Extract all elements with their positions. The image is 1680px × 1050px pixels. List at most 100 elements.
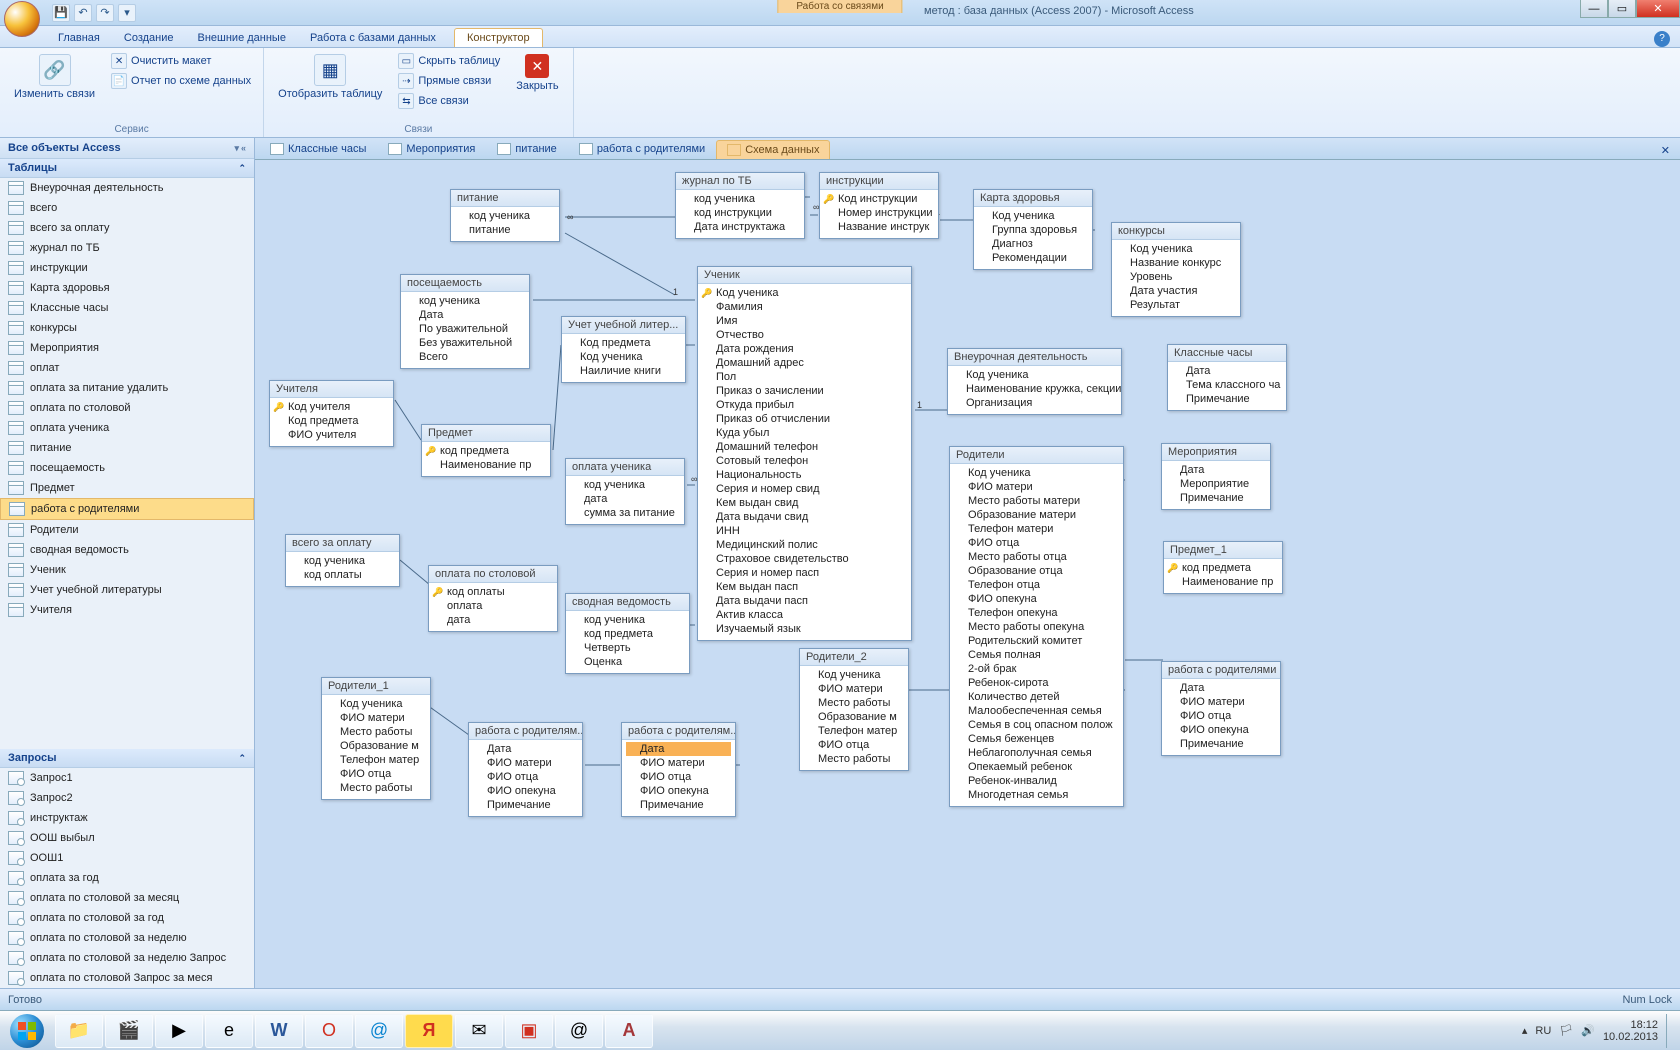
table-title[interactable]: работа с родителям... [622, 723, 735, 740]
field[interactable]: Домашний телефон [702, 440, 907, 454]
tab-home[interactable]: Главная [46, 29, 112, 47]
field[interactable]: Код ученика [566, 350, 681, 364]
field[interactable]: ФИО отца [804, 738, 904, 752]
field[interactable]: ФИО отца [473, 770, 578, 784]
language-indicator[interactable]: RU [1535, 1025, 1551, 1037]
document-tab[interactable]: Мероприятия [377, 139, 486, 159]
field[interactable]: Место работы [804, 752, 904, 766]
table-window-zhurnal[interactable]: журнал по ТБкод ученикакод инструкцииДат… [675, 172, 805, 239]
field[interactable]: ФИО матери [1166, 695, 1276, 709]
show-table-button[interactable]: ▦ Отобразить таблицу [272, 52, 388, 102]
field[interactable]: Семья полная [954, 648, 1119, 662]
field[interactable]: Уровень [1116, 270, 1236, 284]
field[interactable]: Пол [702, 370, 907, 384]
field[interactable]: Наименование пр [1168, 575, 1278, 589]
field[interactable]: Наименование кружка, секции [952, 382, 1117, 396]
field[interactable]: Дата инструктажа [680, 220, 800, 234]
document-tab[interactable]: питание [486, 139, 567, 159]
table-window-rabota2[interactable]: работа с родителям...ДатаФИО материФИО о… [621, 722, 736, 817]
nav-table-item[interactable]: оплата по столовой [0, 398, 254, 418]
nav-table-item[interactable]: сводная ведомость [0, 540, 254, 560]
nav-query-item[interactable]: ООШ1 [0, 848, 254, 868]
nav-table-item[interactable]: посещаемость [0, 458, 254, 478]
table-title[interactable]: питание [451, 190, 559, 207]
field[interactable]: Образование м [804, 710, 904, 724]
field[interactable]: Примечание [473, 798, 578, 812]
field[interactable]: Дата [626, 742, 731, 756]
field[interactable]: Номер инструкции [824, 206, 934, 220]
table-window-roditeli2[interactable]: Родители_2Код ученикаФИО материМесто раб… [799, 648, 909, 771]
field[interactable]: Кем выдан свид [702, 496, 907, 510]
taskbar-outlook[interactable]: ✉ [455, 1014, 503, 1048]
tray-volume-icon[interactable]: 🔊 [1581, 1024, 1595, 1037]
field[interactable]: Актив класса [702, 608, 907, 622]
help-icon[interactable]: ? [1654, 31, 1670, 47]
field[interactable]: код оплаты [290, 568, 395, 582]
field[interactable]: Место работы отца [954, 550, 1119, 564]
field[interactable]: Изучаемый язык [702, 622, 907, 636]
table-window-predmet1[interactable]: Предмет_1код предметаНаименование пр [1163, 541, 1283, 594]
nav-table-item[interactable]: Родители [0, 520, 254, 540]
table-title[interactable]: Предмет_1 [1164, 542, 1282, 559]
table-window-svodnaya[interactable]: сводная ведомостькод ученикакод предмета… [565, 593, 690, 674]
taskbar-yandex[interactable]: Я [405, 1014, 453, 1048]
table-title[interactable]: Карта здоровья [974, 190, 1092, 207]
field[interactable]: код ученика [570, 613, 685, 627]
clear-layout-button[interactable]: ✕Очистить макет [107, 52, 255, 70]
field[interactable]: Примечание [1166, 491, 1266, 505]
nav-table-item[interactable]: Предмет [0, 478, 254, 498]
field[interactable]: дата [570, 492, 680, 506]
tray-expand-icon[interactable]: ▴ [1522, 1024, 1528, 1037]
field[interactable]: Код ученика [952, 368, 1117, 382]
field[interactable]: Образование м [326, 739, 426, 753]
nav-table-item[interactable]: инструкции [0, 258, 254, 278]
table-title[interactable]: Внеурочная деятельность [948, 349, 1121, 366]
field[interactable]: код оплаты [433, 585, 553, 599]
collapse-icon[interactable]: « [241, 143, 246, 154]
field[interactable]: Дата [473, 742, 578, 756]
field[interactable]: ФИО матери [326, 711, 426, 725]
relations-canvas[interactable]: 1∞∞11∞ питаниекод ученикапитаниежурнал п… [255, 160, 1680, 988]
start-button[interactable] [0, 1011, 54, 1050]
taskbar-opera[interactable]: O [305, 1014, 353, 1048]
table-title[interactable]: оплата ученика [566, 459, 684, 476]
show-desktop-button[interactable] [1666, 1014, 1674, 1048]
nav-table-item[interactable]: оплата за питание удалить [0, 378, 254, 398]
field[interactable]: Группа здоровья [978, 223, 1088, 237]
table-window-merop[interactable]: МероприятияДатаМероприятиеПримечание [1161, 443, 1271, 510]
tab-external[interactable]: Внешние данные [186, 29, 298, 47]
field[interactable]: Всего [405, 350, 525, 364]
nav-table-item[interactable]: всего за оплату [0, 218, 254, 238]
field[interactable]: Образование матери [954, 508, 1119, 522]
field[interactable]: Название конкурс [1116, 256, 1236, 270]
table-title[interactable]: всего за оплату [286, 535, 399, 552]
field[interactable]: Приказ о зачислении [702, 384, 907, 398]
table-title[interactable]: оплата по столовой [429, 566, 557, 583]
field[interactable]: Неблагополучная семья [954, 746, 1119, 760]
field[interactable]: Фамилия [702, 300, 907, 314]
field[interactable]: ФИО матери [804, 682, 904, 696]
tab-design[interactable]: Конструктор [454, 28, 543, 47]
taskbar-media[interactable]: 🎬 [105, 1014, 153, 1048]
minimize-button[interactable]: — [1580, 0, 1608, 18]
field[interactable]: ФИО отца [1166, 709, 1276, 723]
field[interactable]: Телефон матер [326, 753, 426, 767]
nav-query-item[interactable]: оплата по столовой за год [0, 908, 254, 928]
nav-table-item[interactable]: Учителя [0, 600, 254, 620]
field[interactable]: Ребенок-сирота [954, 676, 1119, 690]
field[interactable]: Четверть [570, 641, 685, 655]
tab-schema[interactable]: Схема данных [716, 140, 830, 159]
clock[interactable]: 18:12 10.02.2013 [1603, 1019, 1658, 1043]
table-window-klass[interactable]: Классные часыДатаТема классного чаПримеч… [1167, 344, 1287, 411]
field[interactable]: Мероприятие [1166, 477, 1266, 491]
field[interactable]: Количество детей [954, 690, 1119, 704]
field[interactable]: Малообеспеченная семья [954, 704, 1119, 718]
field[interactable]: Страховое свидетельство [702, 552, 907, 566]
field[interactable]: ФИО опекуна [473, 784, 578, 798]
field[interactable]: Место работы [326, 781, 426, 795]
field[interactable]: Код ученика [954, 466, 1119, 480]
taskbar-wmp[interactable]: ▶ [155, 1014, 203, 1048]
nav-table-item[interactable]: конкурсы [0, 318, 254, 338]
field[interactable]: Рекомендации [978, 251, 1088, 265]
field[interactable]: Образование отца [954, 564, 1119, 578]
